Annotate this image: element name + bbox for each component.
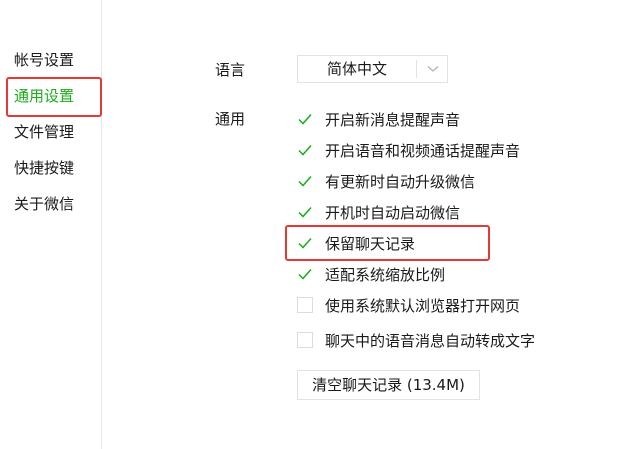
checkbox-auto-update[interactable]	[297, 173, 313, 189]
check-icon	[298, 176, 312, 187]
settings-sidebar: 帐号设置 通用设置 文件管理 快捷按键 关于微信	[0, 0, 102, 449]
option-new-message-sound[interactable]: 开启新消息提醒声音	[297, 108, 460, 130]
sidebar-item-file-management[interactable]: 文件管理	[14, 120, 74, 144]
option-voice-to-text[interactable]: 聊天中的语音消息自动转成文字	[297, 329, 535, 351]
option-label: 适配系统缩放比例	[325, 265, 446, 284]
option-label: 开机时自动启动微信	[325, 203, 461, 222]
option-keep-chat-history[interactable]: 保留聊天记录	[297, 232, 415, 254]
checkbox-default-browser[interactable]	[297, 297, 313, 313]
checkbox-new-message-sound[interactable]	[297, 111, 313, 127]
check-icon	[298, 238, 312, 249]
option-label: 开启新消息提醒声音	[325, 110, 461, 129]
checkbox-system-scaling[interactable]	[297, 266, 313, 282]
option-system-scaling[interactable]: 适配系统缩放比例	[297, 263, 445, 285]
sidebar-item-account-settings[interactable]: 帐号设置	[14, 48, 74, 72]
language-select[interactable]: 简体中文	[297, 55, 448, 83]
option-default-browser[interactable]: 使用系统默认浏览器打开网页	[297, 294, 520, 316]
chevron-down-icon[interactable]	[418, 56, 447, 82]
option-auto-start[interactable]: 开机时自动启动微信	[297, 201, 460, 223]
check-icon	[298, 269, 312, 280]
highlight-box-general-settings	[6, 77, 102, 117]
checkbox-call-alert-sound[interactable]	[297, 142, 313, 158]
language-label: 语言	[215, 61, 246, 79]
option-call-alert-sound[interactable]: 开启语音和视频通话提醒声音	[297, 139, 520, 161]
sidebar-item-shortcuts[interactable]: 快捷按键	[14, 156, 74, 180]
language-select-value: 简体中文	[326, 60, 387, 78]
option-label: 聊天中的语音消息自动转成文字	[325, 331, 536, 350]
option-label: 使用系统默认浏览器打开网页	[325, 296, 521, 315]
option-label: 开启语音和视频通话提醒声音	[325, 141, 521, 160]
check-icon	[298, 207, 312, 218]
option-label: 有更新时自动升级微信	[325, 172, 476, 191]
check-icon	[298, 114, 312, 125]
checkbox-auto-start[interactable]	[297, 204, 313, 220]
option-auto-update[interactable]: 有更新时自动升级微信	[297, 170, 475, 192]
option-label: 保留聊天记录	[325, 234, 416, 253]
check-icon	[298, 145, 312, 156]
select-divider	[416, 60, 417, 78]
sidebar-item-about-wechat[interactable]: 关于微信	[14, 192, 74, 216]
checkbox-keep-chat-history[interactable]	[297, 235, 313, 251]
clear-chat-history-button[interactable]: 清空聊天记录 (13.4M)	[297, 370, 480, 400]
general-label: 通用	[215, 110, 246, 128]
checkbox-voice-to-text[interactable]	[297, 332, 313, 348]
